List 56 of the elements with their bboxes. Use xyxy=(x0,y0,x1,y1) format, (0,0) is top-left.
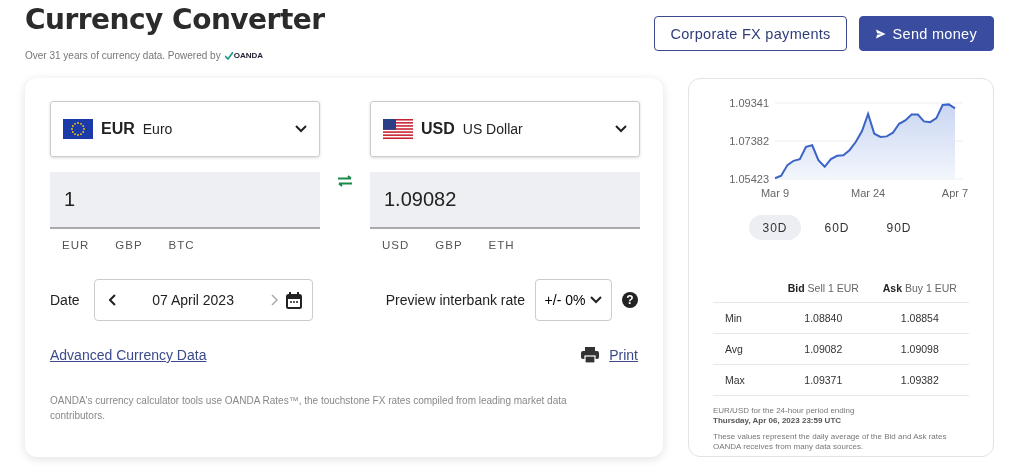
column-header: Bid Sell 1 EUR xyxy=(776,274,871,303)
note-text: These values represent the daily average of the Bid and Ask rates OANDA receives from many data sources. xyxy=(713,432,948,452)
date-picker[interactable]: 07 April 2023 xyxy=(93,279,313,321)
table-cell: 1.09371 xyxy=(776,364,871,396)
table-cell: 1.09082 xyxy=(776,333,871,365)
disclaimer: OANDA's currency calculator tools use OANDA Rates™, the touchstone FX rates compiled from leading market data contributors. xyxy=(50,394,568,423)
amount-field[interactable]: 1.09082 xyxy=(370,172,640,229)
flag-icon xyxy=(63,119,93,139)
row-label: Avg xyxy=(713,333,776,365)
flag-icon xyxy=(383,119,413,139)
currency-select[interactable]: EUR Euro xyxy=(50,101,320,157)
currency-select[interactable]: USD US Dollar xyxy=(370,101,640,157)
date-label: Date xyxy=(50,292,80,308)
previous-icon[interactable] xyxy=(108,294,117,306)
range-tab[interactable]: 90D xyxy=(873,215,925,240)
send-money-button[interactable]: Send money xyxy=(859,16,994,51)
quick-currency-link[interactable]: EUR xyxy=(62,239,90,251)
logo: OANDA xyxy=(224,51,263,60)
table-cell: 1.08854 xyxy=(870,302,969,334)
table-cell: 1.09382 xyxy=(870,364,969,396)
print-link[interactable]: Print xyxy=(609,347,638,363)
row-label: Max xyxy=(713,364,776,396)
range-tab[interactable]: 30D xyxy=(749,215,801,240)
x-tick-label: Mar 24 xyxy=(851,187,886,199)
advanced-data-link[interactable]: Advanced Currency Data xyxy=(50,347,207,363)
quick-currency-link[interactable]: USD xyxy=(382,239,410,251)
corporate-payments-button[interactable]: Corporate FX payments xyxy=(654,16,847,51)
page-title: Currency Converter xyxy=(25,2,325,38)
table-cell: 1.08840 xyxy=(776,302,871,334)
table-cell: 1.09098 xyxy=(870,333,969,365)
chevron-down-icon xyxy=(295,125,307,133)
quick-currency-link[interactable]: ETH xyxy=(488,239,515,251)
chevron-down-icon xyxy=(615,125,627,133)
range-tab[interactable]: 60D xyxy=(811,215,863,240)
quick-currency-link[interactable]: GBP xyxy=(435,239,463,251)
amount-field[interactable]: 1 xyxy=(50,172,320,229)
rate-label: Preview interbank rate xyxy=(385,292,525,308)
y-tick-label: 1.09341 xyxy=(729,97,769,109)
period-text: EUR/USD for the 24-hour period ending xyxy=(713,406,856,416)
quick-currency-link[interactable]: GBP xyxy=(115,239,143,251)
swap-icon[interactable] xyxy=(337,175,353,187)
help-button[interactable]: ? xyxy=(622,292,638,308)
period-end: Thursday, Apr 06, 2023 23:59 UTC xyxy=(713,416,843,426)
row-label: Min xyxy=(713,302,776,334)
send-icon xyxy=(876,27,886,40)
quick-currency-link[interactable]: BTC xyxy=(168,239,195,251)
column-header: Ask Buy 1 EUR xyxy=(870,274,969,303)
y-tick-label: 1.05423 xyxy=(729,173,769,185)
rate-select[interactable]: +/- 0% xyxy=(535,279,612,321)
printer-icon[interactable] xyxy=(581,347,600,363)
chevron-down-icon xyxy=(590,296,603,304)
x-tick-label: Apr 7 xyxy=(941,187,969,199)
subtitle: Over 31 years of currency data. Powered by xyxy=(25,50,221,61)
calendar-icon[interactable] xyxy=(285,291,302,309)
y-tick-label: 1.07382 xyxy=(729,135,769,147)
x-tick-label: Mar 9 xyxy=(760,187,790,199)
